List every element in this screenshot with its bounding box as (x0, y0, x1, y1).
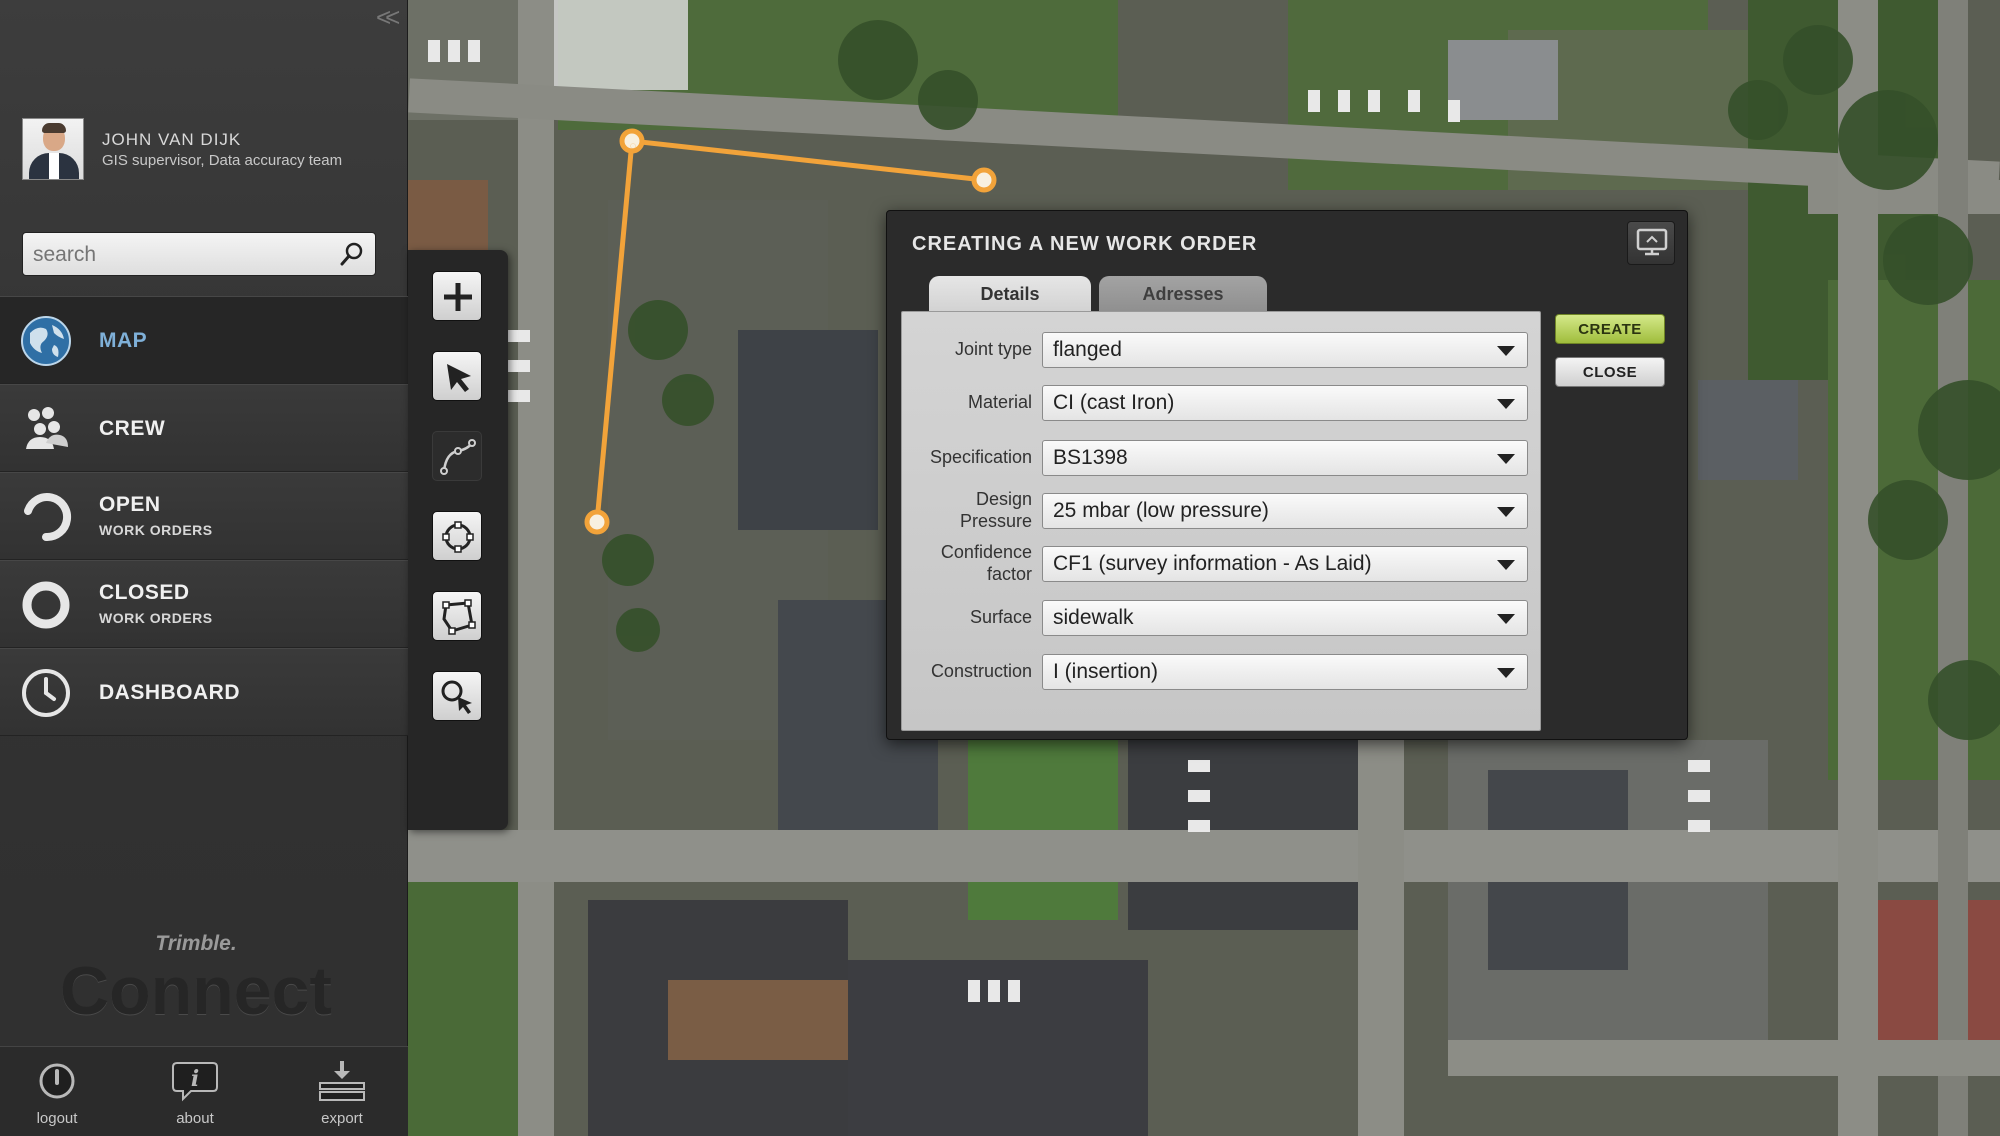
field-label: Joint type (954, 339, 1032, 359)
nav-item-dashboard[interactable]: DASHBOARD (0, 648, 408, 736)
search-icon[interactable] (339, 241, 365, 272)
collapse-sidebar-icon[interactable]: << (376, 2, 401, 33)
construction-row: Construction I (insertion) (902, 646, 1542, 696)
circle-icon (442, 521, 474, 553)
nav-item-open-work-orders[interactable]: OPEN WORK ORDERS (0, 472, 408, 560)
select-value: BS1398 (1053, 446, 1128, 469)
add-icon (444, 283, 472, 311)
open-ring-icon (20, 491, 72, 543)
export-label: export (321, 1110, 363, 1127)
field-label: Specification (929, 447, 1032, 467)
search-box (22, 232, 376, 276)
add-tool-button[interactable] (432, 271, 482, 321)
power-icon (39, 1063, 75, 1099)
export-icon (319, 1061, 365, 1101)
dropdown-arrow-icon (1497, 399, 1515, 409)
dropdown-arrow-icon (1497, 668, 1515, 678)
svg-text:i: i (191, 1066, 199, 1092)
joint-type-select[interactable]: flanged (1042, 332, 1528, 368)
select-value: flanged (1053, 338, 1122, 361)
dropdown-arrow-icon (1497, 346, 1515, 356)
confidence-factor-select[interactable]: CF1 (survey information - As Laid) (1042, 546, 1528, 582)
user-name: JOHN VAN DIJK (102, 130, 242, 149)
about-label: about (176, 1110, 214, 1127)
joint-type-row: Joint type flanged (902, 324, 1542, 374)
design-pressure-select[interactable]: 25 mbar (low pressure) (1042, 493, 1528, 529)
tab-details[interactable]: Details (929, 276, 1091, 312)
construction-select[interactable]: I (insertion) (1042, 654, 1528, 690)
surface-select[interactable]: sidewalk (1042, 600, 1528, 636)
field-label: Surface (969, 607, 1032, 627)
polyline-tool-button[interactable] (432, 431, 482, 481)
specification-select[interactable]: BS1398 (1042, 440, 1528, 476)
field-label: Material (967, 392, 1032, 412)
info-bubble-icon: i (172, 1062, 218, 1102)
user-profile: JOHN VAN DIJK GIS supervisor, Data accur… (22, 118, 392, 182)
polyline-icon (440, 439, 476, 475)
material-select[interactable]: CI (cast Iron) (1042, 385, 1528, 421)
dropdown-arrow-icon (1497, 560, 1515, 570)
select-value: CI (cast Iron) (1053, 391, 1175, 414)
select-value: 25 mbar (low pressure) (1053, 499, 1269, 522)
nav-item-map[interactable]: MAP (0, 296, 408, 384)
search-input[interactable] (33, 239, 323, 271)
dropdown-arrow-icon (1497, 507, 1515, 517)
field-label: Construction (930, 661, 1032, 681)
nav-item-crew[interactable]: CREW (0, 384, 408, 472)
nav-item-closed-work-orders[interactable]: CLOSED WORK ORDERS (0, 560, 408, 648)
nav-label: DASHBOARD (99, 681, 240, 704)
zoom-select-tool-button[interactable] (432, 671, 482, 721)
closed-ring-icon (20, 579, 72, 631)
brand-logo: Trimble. Connect (0, 932, 392, 1030)
create-button[interactable]: CREATE (1555, 314, 1665, 344)
nav-label: OPEN (99, 493, 161, 516)
polygon-tool-button[interactable] (432, 591, 482, 641)
details-panel: Joint type flanged Material CI (cast Iro… (901, 311, 1541, 731)
export-button[interactable]: export (292, 1059, 392, 1127)
connect-wordmark: Connect (60, 953, 332, 1029)
globe-icon (20, 315, 72, 367)
nav-label: CLOSED (99, 581, 190, 604)
nav-sublabel: WORK ORDERS (99, 522, 213, 538)
display-mode-button[interactable] (1627, 221, 1675, 265)
design-pressure-row: Design Pressure 25 mbar (low pressure) (902, 485, 1542, 535)
close-button[interactable]: CLOSE (1555, 357, 1665, 387)
monitor-icon (1636, 228, 1668, 256)
dashboard-clock-icon (20, 667, 72, 719)
logout-label: logout (36, 1110, 78, 1127)
material-row: Material CI (cast Iron) (902, 377, 1542, 427)
specification-row: Specification BS1398 (902, 432, 1542, 482)
nav-sublabel: WORK ORDERS (99, 610, 213, 626)
polygon-icon (442, 599, 476, 635)
surface-row: Surface sidewalk (902, 592, 1542, 642)
dropdown-arrow-icon (1497, 454, 1515, 464)
confidence-factor-row: Confidence factor CF1 (survey informatio… (902, 538, 1542, 588)
crew-icon (20, 403, 72, 455)
sidebar: << JOHN VAN DIJK GIS supervisor, Data ac… (0, 0, 408, 1136)
dropdown-arrow-icon (1497, 614, 1515, 624)
main-nav: MAP CREW OPEN WORK ORDERS CLOSED WORK OR… (0, 296, 408, 736)
dialog-title: CREATING A NEW WORK ORDER (912, 233, 1258, 255)
nav-label: MAP (99, 329, 148, 352)
zoom-select-icon (441, 680, 472, 714)
logout-button[interactable]: logout (7, 1059, 107, 1127)
drawing-tools (408, 250, 508, 830)
select-tool-button[interactable] (432, 351, 482, 401)
sidebar-footer: logout i about export (0, 1046, 408, 1136)
field-label: Confidence factor (940, 542, 1032, 584)
new-work-order-dialog: CREATING A NEW WORK ORDER Details Adress… (886, 210, 1688, 740)
select-value: I (insertion) (1053, 660, 1159, 683)
pointer-icon (447, 364, 471, 392)
tab-adresses[interactable]: Adresses (1099, 276, 1267, 312)
select-value: sidewalk (1053, 606, 1134, 629)
about-button[interactable]: i about (145, 1059, 245, 1127)
nav-label: CREW (99, 417, 166, 440)
avatar (22, 118, 84, 180)
user-role: GIS supervisor, Data accuracy team (102, 152, 343, 169)
circle-tool-button[interactable] (432, 511, 482, 561)
select-value: CF1 (survey information - As Laid) (1053, 552, 1372, 575)
field-label: Design Pressure (959, 489, 1032, 531)
